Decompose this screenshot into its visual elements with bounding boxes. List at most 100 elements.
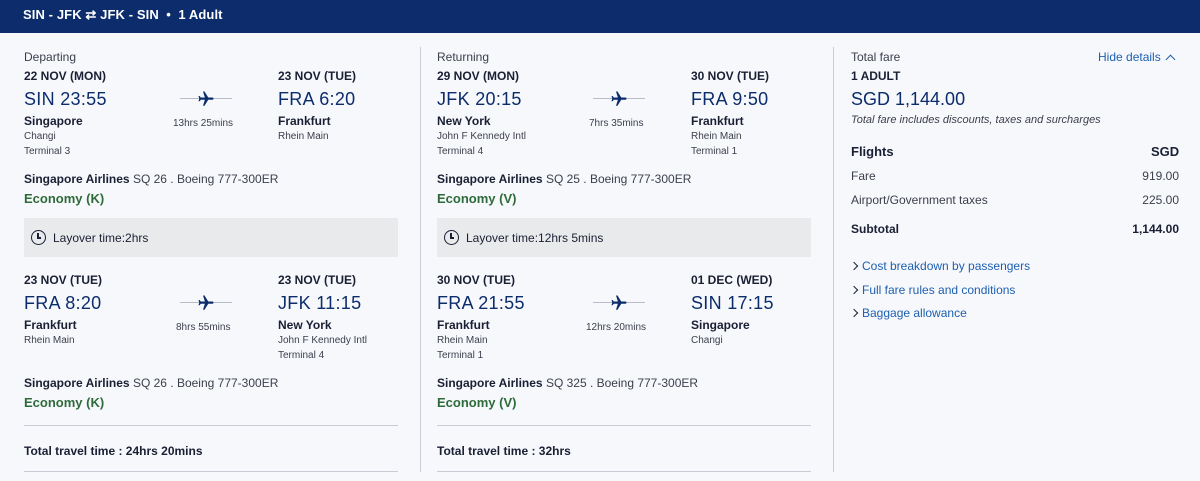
airline-info: Singapore Airlines SQ 26 . Boeing 777-30…	[24, 172, 278, 186]
layover-time: Layover time:2hrs	[53, 231, 149, 245]
arr-terminal: Terminal 1	[691, 146, 738, 157]
arr-time: FRA 6:20	[278, 89, 356, 109]
dep-airport: Rhein Main	[437, 335, 488, 346]
layover-time: Layover time:12hrs 5mins	[466, 231, 604, 245]
fare-note: Total fare includes discounts, taxes and…	[851, 114, 1101, 126]
clock-icon	[31, 230, 46, 245]
flight-number: SQ 25 . Boeing 777-300ER	[545, 172, 692, 186]
link-label: Cost breakdown by passengers	[862, 259, 1031, 273]
dep-time: SIN 23:55	[24, 89, 107, 109]
dep-time: FRA 21:55	[437, 293, 525, 313]
dep-terminal: Terminal 4	[437, 146, 484, 157]
departing-heading: Departing	[24, 50, 77, 64]
dep-date: 23 NOV (TUE)	[24, 273, 103, 287]
divider	[437, 471, 811, 472]
cabin-class: Economy (K)	[24, 191, 105, 206]
flight-duration: 13hrs 25mins	[173, 118, 234, 129]
arr-date: 01 DEC (WED)	[691, 273, 773, 287]
arr-time: FRA 9:50	[691, 89, 769, 109]
fare-row-label: Airport/Government taxes	[851, 193, 988, 207]
airline-name: Singapore Airlines	[24, 172, 130, 186]
arr-time: SIN 17:15	[691, 293, 774, 313]
dep-date: 22 NOV (MON)	[24, 69, 107, 83]
route-return: JFK - SIN	[100, 7, 159, 22]
dep-city: Singapore	[24, 114, 83, 128]
trip-summary-bar: SIN - JFK ⇄ JFK - SIN • 1 Adult	[0, 0, 1200, 33]
arr-airport: John F Kennedy Intl	[278, 335, 367, 346]
arr-date: 23 NOV (TUE)	[278, 69, 357, 83]
dep-time: JFK 20:15	[437, 89, 522, 109]
flight-duration: 7hrs 35mins	[589, 118, 644, 129]
dep-city: Frankfurt	[24, 318, 77, 332]
dep-terminal: Terminal 3	[24, 146, 71, 157]
cost-breakdown-link[interactable]: Cost breakdown by passengers	[849, 259, 1031, 273]
dep-city: Frankfurt	[437, 318, 490, 332]
divider	[437, 425, 811, 426]
dep-date: 30 NOV (TUE)	[437, 273, 516, 287]
arr-terminal: Terminal 4	[278, 350, 325, 361]
passenger-count: 1 Adult	[178, 7, 223, 22]
dep-date: 29 NOV (MON)	[437, 69, 520, 83]
layover-bar: Layover time:2hrs	[24, 218, 398, 257]
divider	[24, 425, 398, 426]
trip-summary: SIN - JFK ⇄ JFK - SIN • 1 Adult	[23, 7, 223, 23]
plane-icon	[593, 294, 645, 312]
dep-airport: Changi	[24, 131, 56, 142]
arr-city: New York	[278, 318, 332, 332]
subtotal-value: 1,144.00	[1132, 222, 1179, 236]
cabin-class: Economy (K)	[24, 395, 105, 410]
dep-city: New York	[437, 114, 491, 128]
plane-icon	[180, 294, 232, 312]
flight-number: SQ 26 . Boeing 777-300ER	[132, 376, 279, 390]
arr-airport: Changi	[691, 335, 723, 346]
arr-time: JFK 11:15	[278, 293, 362, 313]
flights-section-title: Flights	[851, 144, 894, 159]
dep-airport: Rhein Main	[24, 335, 75, 346]
dep-terminal: Terminal 1	[437, 350, 484, 361]
airline-info: Singapore Airlines SQ 25 . Boeing 777-30…	[437, 172, 691, 186]
arr-airport: Rhein Main	[278, 131, 329, 142]
plane-icon	[593, 90, 645, 108]
flight-number: SQ 325 . Boeing 777-300ER	[545, 376, 699, 390]
cabin-class: Economy (V)	[437, 191, 517, 206]
separator-dot: •	[166, 7, 171, 22]
fare-row-label: Fare	[851, 169, 876, 183]
chevron-right-icon	[849, 285, 859, 295]
fare-passengers: 1 ADULT	[851, 69, 901, 83]
arr-airport: Rhein Main	[691, 131, 742, 142]
subtotal-label: Subtotal	[851, 222, 899, 236]
route-outbound: SIN - JFK	[23, 7, 82, 22]
fare-row-value: 919.00	[1142, 169, 1179, 183]
column-divider	[833, 47, 834, 472]
fare-rules-link[interactable]: Full fare rules and conditions	[849, 283, 1016, 297]
dep-time: FRA 8:20	[24, 293, 102, 313]
plane-icon	[180, 90, 232, 108]
airline-name: Singapore Airlines	[437, 376, 543, 390]
total-travel-time: Total travel time : 24hrs 20mins	[24, 444, 203, 458]
arr-city: Singapore	[691, 318, 750, 332]
total-fare-label: Total fare	[851, 50, 901, 64]
returning-heading: Returning	[437, 50, 490, 64]
flight-duration: 12hrs 20mins	[586, 322, 647, 333]
baggage-allowance-link[interactable]: Baggage allowance	[849, 306, 967, 320]
chevron-right-icon	[849, 261, 859, 271]
layover-bar: Layover time:12hrs 5mins	[437, 218, 811, 257]
chevron-right-icon	[849, 308, 859, 318]
arr-city: Frankfurt	[278, 114, 331, 128]
link-label: Baggage allowance	[862, 306, 967, 320]
chevron-up-icon	[1165, 54, 1176, 65]
swap-icon: ⇄	[85, 7, 97, 22]
dep-airport: John F Kennedy Intl	[437, 131, 526, 142]
arr-city: Frankfurt	[691, 114, 744, 128]
divider	[24, 471, 398, 472]
fare-row-value: 225.00	[1142, 193, 1179, 207]
airline-info: Singapore Airlines SQ 26 . Boeing 777-30…	[24, 376, 278, 390]
airline-info: Singapore Airlines SQ 325 . Boeing 777-3…	[437, 376, 698, 390]
link-label: Full fare rules and conditions	[862, 283, 1016, 297]
clock-icon	[444, 230, 459, 245]
hide-details-label: Hide details	[1098, 50, 1161, 64]
currency-label: SGD	[1151, 144, 1180, 159]
airline-name: Singapore Airlines	[437, 172, 543, 186]
hide-details-link[interactable]: Hide details	[1098, 50, 1176, 65]
column-divider	[420, 47, 421, 472]
